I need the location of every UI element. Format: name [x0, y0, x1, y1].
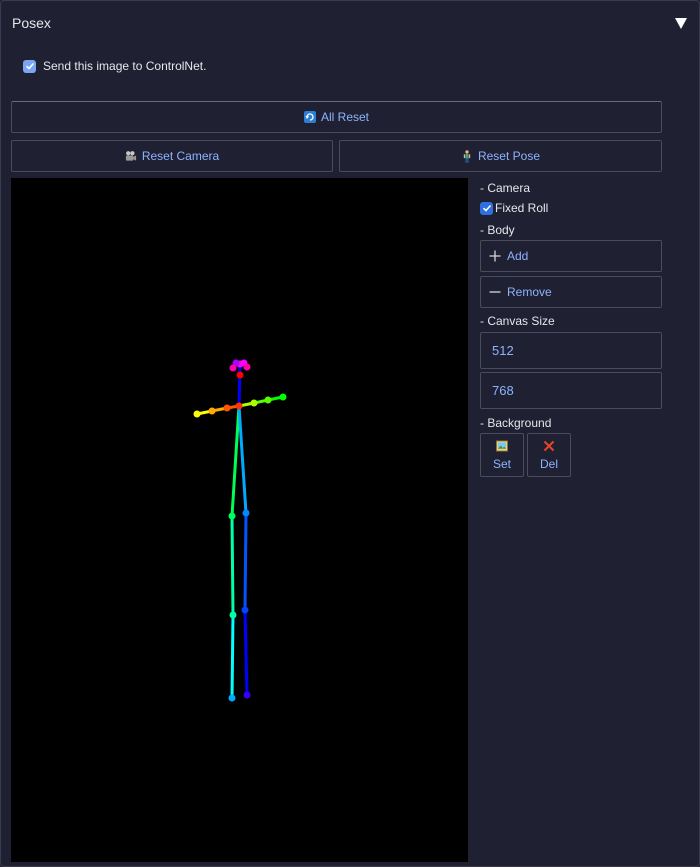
person-icon [461, 149, 473, 163]
image-icon [496, 439, 508, 452]
add-body-button[interactable]: Add [480, 240, 662, 272]
delete-background-label: Del [539, 456, 558, 471]
reset-pose-label: Reset Pose [477, 149, 541, 163]
leg-bone [230, 515, 235, 616]
add-body-label: Add [507, 249, 529, 263]
cross-icon [543, 440, 555, 452]
leg-bone [243, 609, 249, 696]
joint[interactable] [228, 512, 236, 520]
canvas-height-input[interactable]: 768 [480, 372, 662, 409]
joint[interactable] [193, 410, 201, 418]
pose-skeleton[interactable] [11, 178, 468, 862]
joint[interactable] [241, 606, 249, 614]
joint[interactable] [229, 364, 237, 372]
posex-panel: Posex Send this image to ControlNet. All… [0, 0, 700, 867]
checkmark-icon [482, 204, 491, 212]
fixed-roll-checkbox[interactable] [480, 201, 493, 215]
all-reset-label: All Reset [320, 110, 370, 124]
joint[interactable] [264, 396, 272, 404]
body-section-label: - Body [480, 223, 515, 237]
joint[interactable] [243, 691, 251, 699]
send-to-controlnet-checkbox[interactable] [23, 59, 36, 73]
leg-bone [230, 405, 241, 517]
joint[interactable] [235, 402, 243, 410]
joint[interactable] [228, 694, 236, 702]
send-to-controlnet-label: Send this image to ControlNet. [43, 59, 207, 73]
checkmark-icon [25, 62, 34, 70]
leg-bone [243, 512, 248, 611]
reset-pose-button[interactable]: Reset Pose [339, 140, 662, 172]
neck-bone [237, 364, 242, 407]
fixed-roll-row[interactable]: Fixed Roll [480, 201, 548, 215]
joint[interactable] [208, 407, 216, 415]
send-to-controlnet-row[interactable]: Send this image to ControlNet. [23, 59, 206, 73]
remove-body-button[interactable]: Remove [480, 276, 662, 308]
refresh-icon [303, 111, 316, 123]
all-reset-button[interactable]: All Reset [11, 101, 662, 133]
reset-camera-label: Reset Camera [141, 149, 220, 163]
canvas-height-value: 768 [492, 383, 514, 398]
canvas-width-value: 512 [492, 343, 514, 358]
joint[interactable] [242, 509, 250, 517]
canvas-size-section-label: - Canvas Size [480, 314, 555, 328]
set-background-label: Set [492, 456, 511, 471]
reset-camera-button[interactable]: Reset Camera [11, 140, 333, 172]
canvas-width-input[interactable]: 512 [480, 332, 662, 369]
video-camera-icon [125, 150, 137, 162]
camera-section-label: - Camera [480, 181, 531, 195]
leg-bone [237, 405, 248, 514]
background-section-label: - Background [480, 416, 552, 430]
joint[interactable] [229, 611, 237, 619]
joint[interactable] [250, 399, 258, 407]
remove-body-label: Remove [507, 285, 552, 299]
joint[interactable] [279, 393, 287, 401]
leg-bone [230, 614, 235, 699]
plus-icon [489, 250, 501, 262]
minus-icon [489, 286, 501, 298]
pose-canvas[interactable] [11, 178, 468, 862]
joint[interactable] [236, 371, 244, 379]
set-background-button[interactable]: Set [480, 433, 524, 477]
delete-background-button[interactable]: Del [527, 433, 571, 477]
panel-title: Posex [12, 15, 51, 31]
joint[interactable] [243, 363, 251, 371]
fixed-roll-label: Fixed Roll [495, 201, 549, 215]
joint[interactable] [223, 404, 231, 412]
triangle-down-icon[interactable] [675, 18, 687, 29]
